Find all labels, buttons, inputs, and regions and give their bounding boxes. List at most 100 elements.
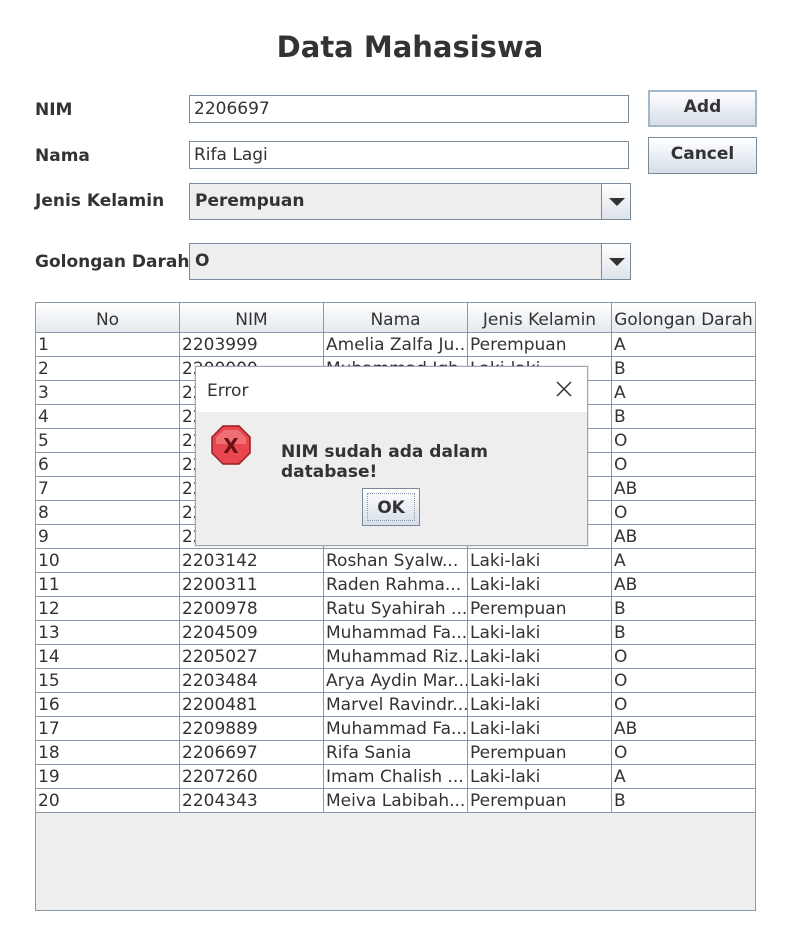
cell-nama: Marvel Ravindr... <box>326 693 468 716</box>
cell-nama: Arya Aydin Mar... <box>326 669 468 692</box>
cell-nama: Muhammad Riz... <box>326 645 468 668</box>
cell-jenis-kelamin: Laki-laki <box>468 573 612 596</box>
nama-field[interactable]: Rifa Lagi <box>189 141 629 169</box>
cell-golongan-darah: A <box>614 551 626 571</box>
page-title: Data Mahasiswa <box>276 30 544 64</box>
cell-jenis-kelamin: Perempuan <box>468 741 612 764</box>
cell-golongan-darah: A <box>614 767 626 787</box>
cell-no: 3 <box>36 381 180 404</box>
table-row[interactable]: 13 2204509 Muhammad Fa... Laki-laki B <box>36 621 755 645</box>
cell-no: 8 <box>36 501 180 524</box>
golongan-darah-label: Golongan Darah <box>35 252 190 272</box>
cell-jenis-kelamin: Laki-laki <box>468 765 612 788</box>
ok-button-label: OK <box>377 498 405 518</box>
cell-no: 11 <box>36 573 180 596</box>
cell-no: 7 <box>36 477 180 500</box>
chevron-down-icon <box>609 198 625 206</box>
jenis-kelamin-value: Perempuan <box>195 191 305 211</box>
add-button[interactable]: Add <box>648 90 757 127</box>
jenis-kelamin-label: Jenis Kelamin <box>35 191 165 211</box>
dialog-titlebar[interactable]: Error <box>196 367 587 412</box>
golongan-darah-combo[interactable]: O <box>189 243 631 280</box>
table-row[interactable]: 1 2203999 Amelia Zalfa Ju... Perempuan A <box>36 333 755 357</box>
cell-golongan-darah: AB <box>614 479 638 499</box>
cell-nama: Meiva Labibah... <box>324 789 468 812</box>
cell-golongan-darah: B <box>614 791 626 811</box>
cancel-button[interactable]: Cancel <box>648 137 757 174</box>
cell-golongan-darah: AB <box>614 575 638 595</box>
cell-nim: 2207260 <box>180 765 324 788</box>
chevron-down-icon <box>609 258 625 266</box>
cell-no: 4 <box>36 405 180 428</box>
table-row[interactable]: 16 2200481 Marvel Ravindr... Laki-laki O <box>36 693 755 717</box>
column-header-jenis-kelamin[interactable]: Jenis Kelamin <box>468 303 612 332</box>
cell-nim: 2205027 <box>180 645 324 668</box>
cell-nim: 2204509 <box>180 621 324 644</box>
table-row[interactable]: 15 2203484 Arya Aydin Mar... Laki-laki O <box>36 669 755 693</box>
cell-nim: 2200481 <box>180 693 324 716</box>
cell-nim: 2200311 <box>180 573 324 596</box>
cell-jenis-kelamin: Laki-laki <box>468 693 612 716</box>
jenis-kelamin-dropdown-button[interactable] <box>601 184 630 219</box>
error-dialog: Error X NIM sudah ada dalam database! OK <box>195 366 588 546</box>
cell-golongan-darah: O <box>614 743 628 763</box>
cell-nama: Rifa Sania <box>324 741 468 764</box>
dialog-title: Error <box>207 381 249 401</box>
cell-golongan-darah: AB <box>614 719 638 739</box>
jenis-kelamin-combo[interactable]: Perempuan <box>189 183 631 220</box>
table-row[interactable]: 10 2203142 Roshan Syalw... Laki-laki A <box>36 549 755 573</box>
golongan-darah-dropdown-button[interactable] <box>601 244 630 279</box>
cell-nama: Amelia Zalfa Ju... <box>326 333 468 356</box>
cell-no: 19 <box>36 765 180 788</box>
nim-field[interactable]: 2206697 <box>189 95 629 123</box>
table-row[interactable]: 14 2205027 Muhammad Riz... Laki-laki O <box>36 645 755 669</box>
cell-golongan-darah: O <box>614 431 628 451</box>
cell-jenis-kelamin: Perempuan <box>468 789 612 812</box>
cell-no: 12 <box>36 597 180 620</box>
cell-jenis-kelamin: Laki-laki <box>468 717 612 740</box>
svg-text:X: X <box>223 434 239 458</box>
cell-nim: 2206697 <box>180 741 324 764</box>
cell-jenis-kelamin: Perempuan <box>468 597 612 620</box>
cell-nim: 2203999 <box>180 333 324 356</box>
cell-no: 20 <box>36 789 180 812</box>
cell-nama: Muhammad Fa... <box>326 717 468 740</box>
ok-button[interactable]: OK <box>362 488 420 526</box>
cell-no: 18 <box>36 741 180 764</box>
cell-nim: 2203484 <box>180 669 324 692</box>
column-header-golongan-darah[interactable]: Golongan Darah <box>612 303 755 332</box>
table-row[interactable]: 12 2200978 Ratu Syahirah ... Perempuan B <box>36 597 755 621</box>
column-header-nim[interactable]: NIM <box>180 303 324 332</box>
cell-jenis-kelamin: Laki-laki <box>468 645 612 668</box>
table-row[interactable]: 11 2200311 Raden Rahma... Laki-laki AB <box>36 573 755 597</box>
dialog-message: NIM sudah ada dalam database! <box>281 442 488 482</box>
golongan-darah-value: O <box>195 251 210 271</box>
cell-nim: 2209889 <box>180 717 324 740</box>
cell-no: 13 <box>36 621 180 644</box>
table-row[interactable]: 20 2204343 Meiva Labibah... Perempuan B <box>36 789 755 813</box>
cell-golongan-darah: A <box>614 335 626 355</box>
cell-jenis-kelamin: Laki-laki <box>468 669 612 692</box>
table-row[interactable]: 18 2206697 Rifa Sania Perempuan O <box>36 741 755 765</box>
cell-nama: Ratu Syahirah ... <box>326 597 468 620</box>
cell-no: 15 <box>36 669 180 692</box>
cell-golongan-darah: O <box>614 671 628 691</box>
cell-no: 9 <box>36 525 180 548</box>
column-header-nama[interactable]: Nama <box>324 303 468 332</box>
table-row[interactable]: 17 2209889 Muhammad Fa... Laki-laki AB <box>36 717 755 741</box>
cell-nama: Muhammad Fa... <box>326 621 468 644</box>
table-row[interactable]: 19 2207260 Imam Chalish ... Laki-laki A <box>36 765 755 789</box>
cell-no: 6 <box>36 453 180 476</box>
cell-jenis-kelamin: Laki-laki <box>468 621 612 644</box>
error-icon: X <box>211 425 251 465</box>
cell-golongan-darah: B <box>614 407 626 427</box>
column-header-no[interactable]: No <box>36 303 180 332</box>
cell-no: 16 <box>36 693 180 716</box>
cell-jenis-kelamin: Laki-laki <box>468 549 612 572</box>
cell-golongan-darah: O <box>614 695 628 715</box>
close-icon[interactable] <box>554 379 574 399</box>
cell-golongan-darah: O <box>614 647 628 667</box>
nim-label: NIM <box>35 100 73 120</box>
cell-golongan-darah: B <box>614 599 626 619</box>
cell-no: 10 <box>36 549 180 572</box>
